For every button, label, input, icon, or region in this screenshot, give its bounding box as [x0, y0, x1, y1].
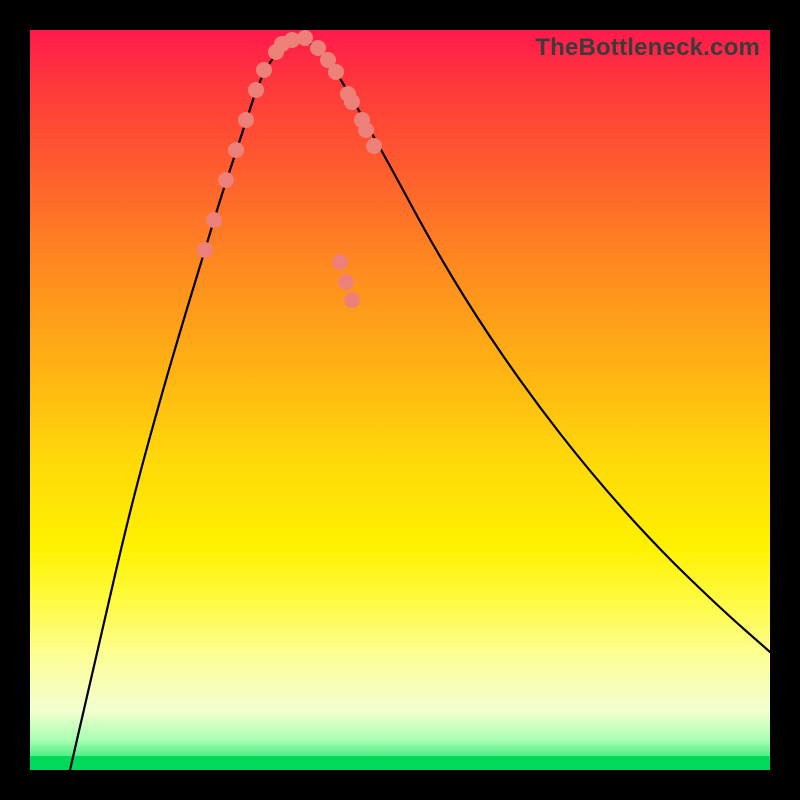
- chart-svg: [30, 30, 770, 770]
- data-marker: [344, 94, 360, 110]
- data-marker: [218, 172, 234, 188]
- plot-area: TheBottleneck.com: [30, 30, 770, 770]
- data-marker: [206, 212, 222, 228]
- data-marker: [256, 62, 272, 78]
- data-marker: [297, 30, 313, 46]
- series-lines: [70, 38, 770, 770]
- data-marker: [238, 112, 254, 128]
- chart-container: TheBottleneck.com: [0, 0, 800, 800]
- data-marker: [248, 82, 264, 98]
- data-marker: [344, 292, 360, 308]
- data-marker: [338, 274, 354, 290]
- data-marker: [328, 64, 344, 80]
- data-marker: [197, 242, 213, 258]
- series-left-branch: [70, 38, 300, 770]
- series-markers: [197, 30, 382, 308]
- data-marker: [366, 138, 382, 154]
- data-marker: [228, 142, 244, 158]
- data-marker: [358, 122, 374, 138]
- data-marker: [332, 254, 348, 270]
